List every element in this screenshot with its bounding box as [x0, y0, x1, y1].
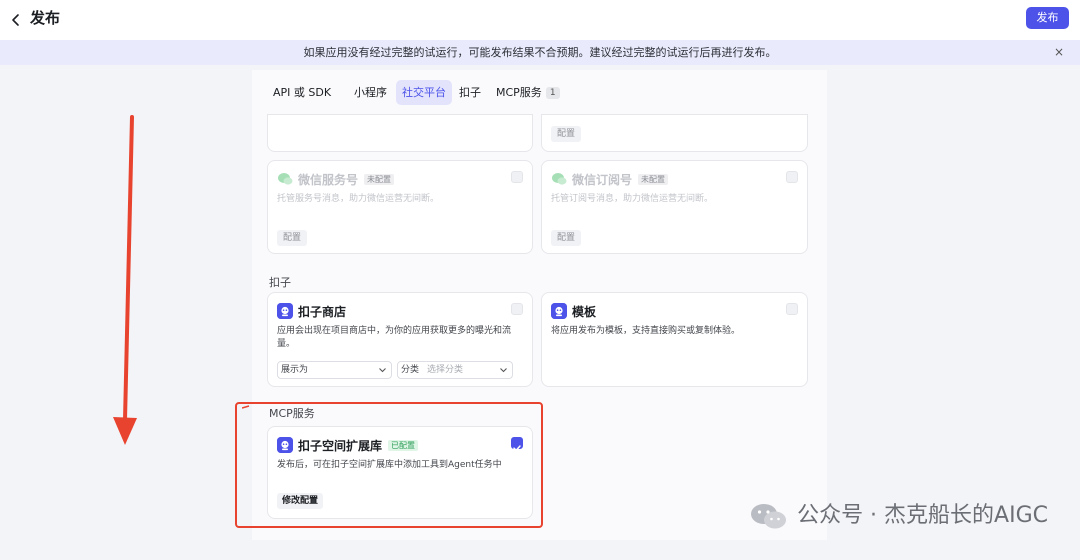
red-arrow-annotation — [113, 115, 137, 445]
tab-social-platform[interactable]: 社交平台 — [396, 80, 452, 105]
tab-mcp-service[interactable]: MCP服务 1 — [490, 80, 566, 105]
check-icon — [513, 445, 521, 452]
wechat-icon — [749, 501, 789, 531]
kouzi-logo-icon — [277, 437, 293, 453]
card-desc: 应用会出现在项目商店中，为你的应用获取更多的曝光和流量。 — [277, 326, 512, 349]
template-card[interactable]: 模板 将应用发布为模板，支持直接购买或复制体验。 — [541, 292, 808, 387]
partial-card-right: 配置 — [541, 114, 808, 152]
warning-text: 如果应用没有经过完整的试运行，可能发布结果不合预期。建议经过完整的试运行后再进行… — [303, 46, 777, 59]
publish-button[interactable]: 发布 — [1026, 7, 1069, 29]
configure-button[interactable]: 配置 — [551, 230, 581, 246]
tab-mcp-badge: 1 — [545, 87, 560, 99]
tab-mcp-label: MCP服务 — [496, 86, 542, 99]
card-desc: 将应用发布为模板，支持直接购买或复制体验。 — [551, 326, 741, 336]
configure-button[interactable]: 配置 — [551, 126, 581, 142]
wechat-icon — [277, 171, 293, 187]
close-icon[interactable]: × — [1052, 40, 1066, 65]
section-label-kouzi: 扣子 — [269, 276, 291, 289]
watermark: 公众号 · 杰克船长的AIGC — [749, 498, 1048, 534]
kouzi-space-extension-card[interactable]: 扣子空间扩展库 已配置 发布后，可在扣子空间扩展库中添加工具到Agent任务中 修… — [267, 426, 533, 519]
card-title: 微信订阅号 未配置 — [572, 171, 669, 188]
chevron-down-icon — [378, 362, 387, 384]
publish-panel: API 或 SDK 小程序 社交平台 扣子 MCP服务 1 配置 微信服务号 未配置… — [252, 70, 827, 540]
publish-checkbox[interactable] — [786, 171, 798, 183]
red-mark — [242, 405, 250, 409]
kouzi-logo-icon — [277, 303, 293, 319]
chevron-left-icon[interactable] — [6, 10, 26, 30]
publish-checkbox[interactable] — [786, 303, 798, 315]
card-desc: 发布后，可在扣子空间扩展库中添加工具到Agent任务中 — [277, 460, 502, 470]
watermark-text: 公众号 · 杰克船长的AIGC — [797, 503, 1048, 528]
kouzi-logo-icon — [551, 303, 567, 319]
status-badge: 已配置 — [388, 440, 419, 451]
tab-mini-program[interactable]: 小程序 — [348, 80, 393, 105]
tab-kouzi[interactable]: 扣子 — [453, 80, 487, 105]
status-badge: 未配置 — [364, 174, 395, 185]
warning-banner: 如果应用没有经过完整的试运行，可能发布结果不合预期。建议经过完整的试运行后再进行… — [0, 40, 1080, 65]
chevron-down-icon — [499, 362, 508, 384]
card-title: 模板 — [572, 305, 597, 319]
wechat-subscription-card[interactable]: 微信订阅号 未配置 托管订阅号消息，助力微信运营无间断。 配置 — [541, 160, 808, 254]
card-desc: 托管订阅号消息，助力微信运营无间断。 — [551, 194, 714, 204]
modify-config-button[interactable]: 修改配置 — [277, 493, 323, 509]
publish-checkbox[interactable] — [511, 437, 523, 452]
card-desc: 托管服务号消息，助力微信运营无间断。 — [277, 194, 440, 204]
wechat-icon — [551, 171, 567, 187]
category-select[interactable]: 分类 选择分类 — [397, 361, 513, 379]
tab-api-sdk[interactable]: API 或 SDK — [267, 80, 337, 105]
publish-checkbox[interactable] — [511, 303, 523, 315]
kouzi-store-card[interactable]: 扣子商店 应用会出现在项目商店中，为你的应用获取更多的曝光和流量。 展示为 分类… — [267, 292, 533, 387]
card-title: 扣子商店 — [298, 305, 347, 319]
wechat-service-card[interactable]: 微信服务号 未配置 托管服务号消息，助力微信运营无间断。 配置 — [267, 160, 533, 254]
partial-card-left — [267, 114, 533, 152]
configure-button[interactable]: 配置 — [277, 230, 307, 246]
display-as-select[interactable]: 展示为 — [277, 361, 392, 379]
card-title: 扣子空间扩展库 已配置 — [298, 437, 419, 454]
status-badge: 未配置 — [638, 174, 669, 185]
page-title: 发布 — [30, 9, 61, 27]
publish-checkbox[interactable] — [511, 171, 523, 183]
top-bar: 发布 发布 — [0, 0, 1080, 40]
section-label-mcp: MCP服务 — [269, 407, 315, 420]
card-title: 微信服务号 未配置 — [298, 171, 395, 188]
